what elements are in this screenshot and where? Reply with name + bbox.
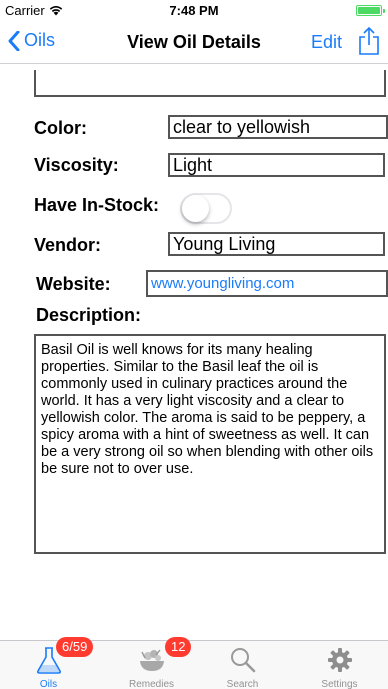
scrolled-field-box[interactable] [34, 70, 386, 97]
in-stock-toggle[interactable] [180, 193, 232, 224]
website-label: Website: [36, 274, 111, 294]
edit-button[interactable]: Edit [311, 32, 342, 53]
remedies-count-badge: 12 [165, 637, 192, 657]
tab-remedies-label: Remedies [128, 679, 175, 689]
tab-settings-label: Settings [321, 679, 358, 689]
share-icon [359, 26, 379, 55]
share-button[interactable] [358, 26, 380, 61]
tab-settings[interactable]: Settings [291, 641, 388, 689]
viscosity-field[interactable]: Light [168, 153, 385, 177]
description-textarea[interactable]: Basil Oil is well knows for its many hea… [34, 334, 386, 554]
tab-bar: 6/59 Oils 12 Remedies Search Settings [0, 637, 388, 689]
website-field[interactable]: www.youngliving.com [146, 270, 388, 297]
tab-oils[interactable]: 6/59 Oils [0, 637, 97, 689]
color-label: Color: [34, 118, 87, 138]
description-label: Description: [36, 305, 142, 325]
chevron-left-icon [8, 30, 20, 51]
viscosity-label: Viscosity: [34, 155, 119, 175]
back-button-label: Oils [24, 30, 55, 50]
color-field[interactable]: clear to yellowish [168, 115, 388, 139]
battery-icon [356, 5, 385, 16]
navigation-bar: Oils View Oil Details Edit [0, 20, 388, 64]
in-stock-label: Have In-Stock: [34, 195, 160, 215]
status-bar: Carrier 7:48 PM [0, 0, 388, 20]
back-button[interactable]: Oils [8, 30, 55, 51]
gear-icon [327, 648, 352, 672]
vendor-field[interactable]: Young Living [168, 232, 385, 256]
tab-search-label: Search [226, 679, 259, 689]
tab-search[interactable]: Search [194, 641, 291, 689]
tab-remedies[interactable]: 12 Remedies [103, 637, 200, 689]
vendor-label: Vendor: [34, 235, 102, 255]
tab-oils-label: Oils [39, 679, 58, 689]
clock: 7:48 PM [169, 3, 219, 18]
oils-count-badge: 6/59 [56, 637, 94, 657]
search-icon [230, 648, 255, 673]
toggle-knob [182, 195, 209, 222]
herb-bowl-icon [139, 649, 164, 671]
